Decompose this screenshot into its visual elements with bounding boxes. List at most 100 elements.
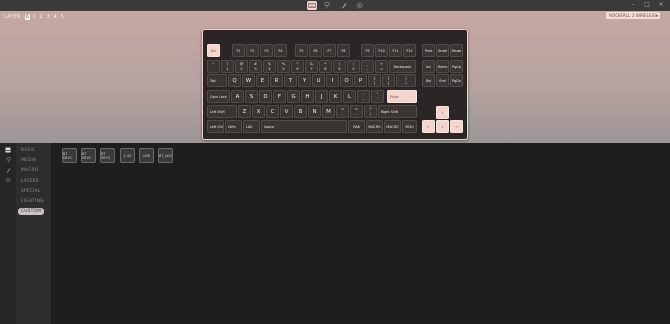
custom-key-bt-adv[interactable]: BT_ADV xyxy=(158,148,173,163)
key-space[interactable]: Space xyxy=(261,120,347,133)
key-pause[interactable]: Pause xyxy=(450,44,463,57)
key-pgdn[interactable]: PgDn xyxy=(450,74,463,87)
key-t[interactable]: T xyxy=(284,74,297,87)
key-arrow-up[interactable]: ↑ xyxy=(436,106,449,119)
key-n[interactable]: N xyxy=(308,105,321,118)
key-o[interactable]: O xyxy=(340,74,353,87)
key-end[interactable]: End xyxy=(436,74,449,87)
menu-item-special[interactable]: SPECIAL xyxy=(21,189,40,194)
key-m[interactable]: M xyxy=(322,105,335,118)
key-arrow-right[interactable]: → xyxy=(450,120,463,133)
key-5[interactable]: % 5 xyxy=(277,60,290,73)
key-quote[interactable]: " ' xyxy=(371,90,384,103)
key-f2[interactable]: F2 xyxy=(246,44,259,57)
key-v[interactable]: V xyxy=(280,105,293,118)
key-f1[interactable]: F1 xyxy=(232,44,245,57)
custom-key-bt-dev1[interactable]: BT DEV1 xyxy=(62,148,77,163)
key-comma[interactable]: <, xyxy=(336,105,349,118)
key-3[interactable]: #3 xyxy=(249,60,262,73)
key-2[interactable]: @2 xyxy=(235,60,248,73)
key-lbracket[interactable]: {[ xyxy=(368,74,381,87)
key-f12[interactable]: F12 xyxy=(403,44,416,57)
layer-3-button[interactable]: 3 xyxy=(46,14,51,20)
key-1[interactable]: ! 1 xyxy=(221,60,234,73)
key-f4[interactable]: F4 xyxy=(274,44,287,57)
key-period[interactable]: >. xyxy=(350,105,363,118)
key-q[interactable]: Q xyxy=(228,74,241,87)
custom-key-usb[interactable]: USB xyxy=(139,148,154,163)
layer-2-button[interactable]: 2 xyxy=(39,14,44,20)
key-right-shift[interactable]: Right Shift xyxy=(378,105,417,118)
minimize-icon[interactable]: – xyxy=(630,2,636,8)
key-f7[interactable]: F7 xyxy=(323,44,336,57)
key-i[interactable]: I xyxy=(326,74,339,87)
key-rbracket[interactable]: }] xyxy=(382,74,395,87)
key-lwin[interactable]: LWin xyxy=(225,120,242,133)
usb-icon[interactable] xyxy=(322,1,332,10)
gear-icon[interactable] xyxy=(354,1,364,10)
key-y[interactable]: Y xyxy=(298,74,311,87)
key-ins[interactable]: Ins xyxy=(422,60,435,73)
layer-1-button[interactable]: 1 xyxy=(32,14,37,20)
key-4[interactable]: $4 xyxy=(263,60,276,73)
key-minus[interactable]: _ - xyxy=(361,60,374,73)
key-esc[interactable]: Esc xyxy=(207,44,220,57)
custom-key-bt-dev2[interactable]: BT DEV2 xyxy=(81,148,96,163)
key-rctrl[interactable]: RCtrl xyxy=(402,120,417,133)
usb-icon[interactable] xyxy=(4,157,12,163)
key-f10[interactable]: F10 xyxy=(375,44,388,57)
key-print[interactable]: Print xyxy=(422,44,435,57)
key-f11[interactable]: F11 xyxy=(389,44,402,57)
key-h[interactable]: H xyxy=(301,90,314,103)
pen-icon[interactable] xyxy=(4,167,12,173)
key-backslash[interactable]: | \ xyxy=(396,74,416,87)
key-slash[interactable]: ? / xyxy=(364,105,377,118)
key-a[interactable]: A xyxy=(231,90,244,103)
key-l[interactable]: L xyxy=(343,90,356,103)
layer-5-button[interactable]: 5 xyxy=(60,14,65,20)
key-scroll[interactable]: Scroll xyxy=(436,44,449,57)
key-macro-2[interactable]: MACRO xyxy=(384,120,401,133)
key-f8[interactable]: F8 xyxy=(337,44,350,57)
key-caps-lock[interactable]: Caps Lock xyxy=(207,90,230,103)
custom-key-bt-dev3[interactable]: BT DEV3 xyxy=(100,148,115,163)
menu-item-layers[interactable]: LAYERS xyxy=(21,179,39,184)
maximize-icon[interactable]: □ xyxy=(644,2,650,8)
key-grave[interactable]: ~ ` xyxy=(207,60,220,73)
key-macro-1[interactable]: MACRO xyxy=(366,120,383,133)
key-f5[interactable]: F5 xyxy=(295,44,308,57)
key-e[interactable]: E xyxy=(256,74,269,87)
menu-item-lighting[interactable]: LIGHTING xyxy=(21,199,44,204)
key-c[interactable]: C xyxy=(266,105,279,118)
keyboard-icon[interactable] xyxy=(4,147,12,153)
layer-4-button[interactable]: 4 xyxy=(53,14,58,20)
key-home[interactable]: Home xyxy=(436,60,449,73)
key-d[interactable]: D xyxy=(259,90,272,103)
menu-item-custom[interactable]: CUSTOM xyxy=(18,208,45,215)
key-s[interactable]: S xyxy=(245,90,258,103)
pen-icon[interactable] xyxy=(339,1,349,10)
key-7[interactable]: & 7 xyxy=(305,60,318,73)
menu-item-media[interactable]: MEDIA xyxy=(21,158,36,163)
key-lalt[interactable]: LAlt xyxy=(243,120,260,133)
key-r[interactable]: R xyxy=(270,74,283,87)
key-9[interactable]: (9 xyxy=(333,60,346,73)
key-f9[interactable]: F9 xyxy=(361,44,374,57)
key-ralt[interactable]: RAlt xyxy=(348,120,365,133)
key-6[interactable]: ^ 6 xyxy=(291,60,304,73)
key-arrow-down[interactable]: ↓ xyxy=(436,120,449,133)
device-select[interactable]: ROCKFALL 3 WIRELESS ▾ xyxy=(606,12,660,19)
key-enter[interactable]: Enter xyxy=(387,90,417,103)
menu-item-macro[interactable]: MACRO xyxy=(21,168,38,173)
key-p[interactable]: P xyxy=(354,74,367,87)
key-equal[interactable]: + = xyxy=(375,60,388,73)
key-w[interactable]: W xyxy=(242,74,255,87)
key-tab[interactable]: Tab xyxy=(207,74,227,87)
key-8[interactable]: * 8 xyxy=(319,60,332,73)
key-arrow-left[interactable]: ← xyxy=(422,120,435,133)
key-f6[interactable]: F6 xyxy=(309,44,322,57)
keyboard-icon[interactable] xyxy=(307,1,317,10)
gear-icon[interactable] xyxy=(4,177,12,183)
key-g[interactable]: G xyxy=(287,90,300,103)
key-pgup[interactable]: PgUp xyxy=(450,60,463,73)
